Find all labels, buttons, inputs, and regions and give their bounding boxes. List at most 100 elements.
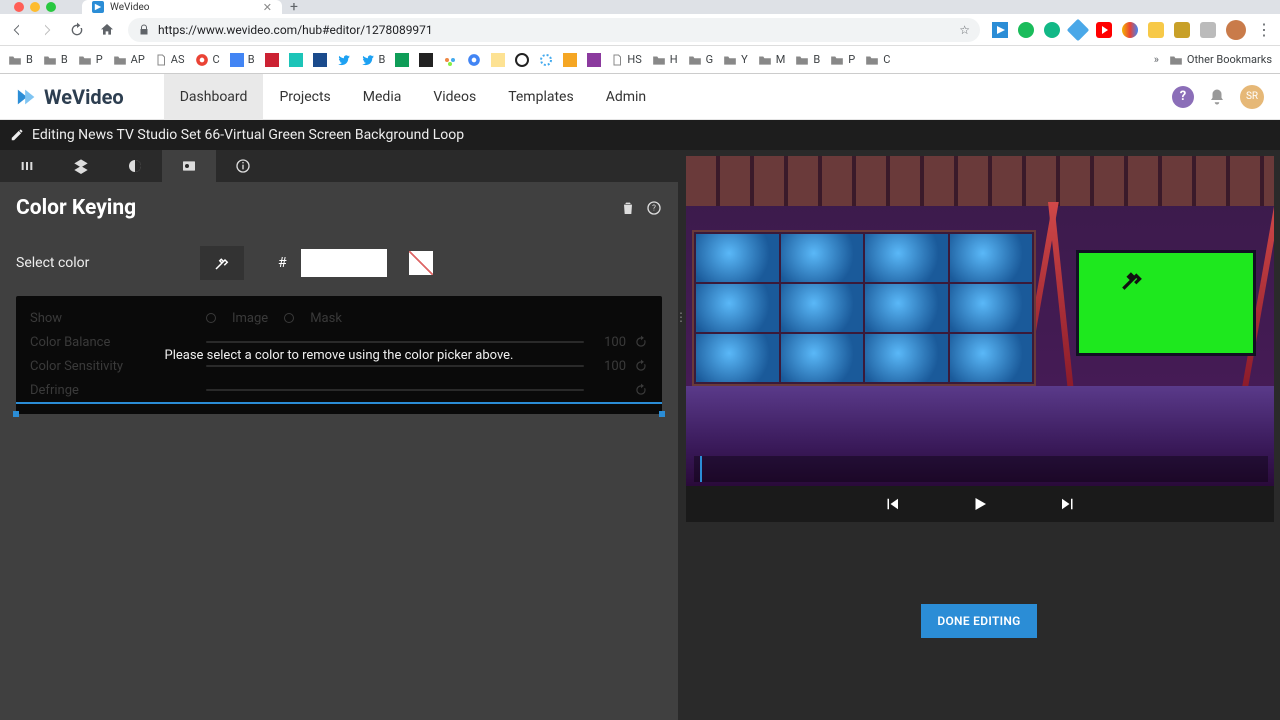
user-avatar[interactable]: SR xyxy=(1240,85,1264,109)
bookmark-item[interactable]: B xyxy=(361,53,386,67)
bookmark-item[interactable] xyxy=(443,53,457,67)
hex-input[interactable] xyxy=(301,249,387,277)
bookmark-item[interactable] xyxy=(515,53,529,67)
ext-icon[interactable] xyxy=(1122,22,1138,38)
nav-projects[interactable]: Projects xyxy=(263,74,346,120)
brand-text: WeVideo xyxy=(44,85,124,109)
reload-button[interactable] xyxy=(68,21,86,39)
browser-tab[interactable]: WeVideo ✕ xyxy=(82,0,282,14)
hash-label: # xyxy=(278,255,287,271)
eyedropper-button[interactable] xyxy=(200,246,244,280)
bookmarks-overflow-icon[interactable]: » xyxy=(1154,53,1159,66)
bookmark-item[interactable] xyxy=(419,53,433,67)
home-button[interactable] xyxy=(98,21,116,39)
bookmark-item[interactable]: C xyxy=(195,53,220,67)
trash-icon[interactable] xyxy=(620,200,636,216)
ext-icon[interactable] xyxy=(992,22,1008,38)
bookmark-item[interactable] xyxy=(337,53,351,67)
tab-layers-icon[interactable] xyxy=(54,150,108,182)
bookmark-item[interactable]: M xyxy=(758,53,786,66)
bookmark-item[interactable]: AP xyxy=(113,53,145,66)
bookmark-item[interactable] xyxy=(313,53,327,67)
editor-title: Editing News TV Studio Set 66-Virtual Gr… xyxy=(32,127,464,143)
tab-close-icon[interactable]: ✕ xyxy=(263,1,272,14)
help-icon[interactable]: ? xyxy=(646,200,662,216)
ext-icon[interactable] xyxy=(1044,22,1060,38)
tab-contrast-icon[interactable] xyxy=(108,150,162,182)
chrome-menu-icon[interactable]: ⋮ xyxy=(1256,20,1272,39)
next-frame-button[interactable] xyxy=(1059,495,1077,513)
bookmark-item[interactable]: G xyxy=(688,53,714,66)
bookmark-item[interactable]: B xyxy=(795,53,820,66)
pencil-icon xyxy=(10,128,24,142)
ext-icon[interactable] xyxy=(1200,22,1216,38)
bookmark-item[interactable]: B xyxy=(8,53,33,66)
bookmark-item[interactable] xyxy=(563,53,577,67)
right-panel: ⋮ xyxy=(678,150,1280,720)
bookmark-item[interactable]: B xyxy=(43,53,68,66)
nav-templates[interactable]: Templates xyxy=(492,74,590,120)
star-icon[interactable]: ☆ xyxy=(959,23,970,37)
nav-media[interactable]: Media xyxy=(347,74,418,120)
help-button[interactable]: ? xyxy=(1172,86,1194,108)
nav-dashboard[interactable]: Dashboard xyxy=(164,74,264,120)
address-bar[interactable]: https://www.wevideo.com/hub#editor/12780… xyxy=(128,18,980,42)
bookmark-item[interactable] xyxy=(395,53,409,67)
other-bookmarks[interactable]: Other Bookmarks xyxy=(1169,53,1272,66)
bookmark-item[interactable]: Y xyxy=(723,53,748,66)
play-button[interactable] xyxy=(971,495,989,513)
maximize-window-button[interactable] xyxy=(46,2,56,12)
keying-options-box: ShowImageMask Color Balance100 Color Sen… xyxy=(16,296,662,414)
tab-chroma-key-icon[interactable] xyxy=(162,150,216,182)
bookmark-item[interactable] xyxy=(265,53,279,67)
ext-icon[interactable] xyxy=(1018,22,1034,38)
nav-admin[interactable]: Admin xyxy=(590,74,662,120)
eyedropper-cursor-icon xyxy=(1119,267,1145,293)
bookmark-item[interactable]: P xyxy=(830,53,855,66)
bookmark-item[interactable]: AS xyxy=(155,53,185,67)
eyedropper-icon xyxy=(213,254,231,272)
ext-icon[interactable] xyxy=(1067,18,1090,41)
video-preview[interactable] xyxy=(686,156,1274,486)
ext-icon[interactable] xyxy=(1148,22,1164,38)
bookmark-item[interactable] xyxy=(587,53,601,67)
bookmark-item[interactable]: HS xyxy=(611,53,641,67)
left-panel: Color Keying ? Select color # xyxy=(0,150,678,720)
close-window-button[interactable] xyxy=(14,2,24,12)
app-header: WeVideo Dashboard Projects Media Videos … xyxy=(0,74,1280,120)
bookmark-item[interactable]: P xyxy=(78,53,103,66)
panel-title: Color Keying xyxy=(16,196,136,220)
bookmark-item[interactable]: B xyxy=(230,53,255,67)
svg-text:?: ? xyxy=(652,204,656,213)
bookmark-item[interactable]: C xyxy=(865,53,890,66)
bookmark-item[interactable] xyxy=(491,53,505,67)
new-tab-button[interactable]: + xyxy=(290,0,298,15)
bookmark-item[interactable] xyxy=(539,53,553,67)
forward-button[interactable] xyxy=(38,21,56,39)
address-row: https://www.wevideo.com/hub#editor/12780… xyxy=(0,14,1280,46)
bookmark-item[interactable] xyxy=(467,53,481,67)
minimize-window-button[interactable] xyxy=(30,2,40,12)
tab-strip: WeVideo ✕ + xyxy=(0,0,1280,14)
tab-info-icon[interactable] xyxy=(216,150,270,182)
lock-icon xyxy=(138,24,150,36)
notifications-icon[interactable] xyxy=(1208,88,1226,106)
browser-chrome: WeVideo ✕ + https://www.wevideo.com/hub#… xyxy=(0,0,1280,74)
prev-frame-button[interactable] xyxy=(883,495,901,513)
ext-icon[interactable] xyxy=(1096,22,1112,38)
color-swatch[interactable] xyxy=(409,251,433,275)
bookmark-item[interactable]: H xyxy=(652,53,678,66)
back-button[interactable] xyxy=(8,21,26,39)
wevideo-logo[interactable]: WeVideo xyxy=(16,85,124,109)
bookmark-item[interactable] xyxy=(289,53,303,67)
main-nav: Dashboard Projects Media Videos Template… xyxy=(164,74,662,120)
green-screen xyxy=(1076,250,1256,356)
nav-videos[interactable]: Videos xyxy=(417,74,492,120)
profile-avatar[interactable] xyxy=(1226,20,1246,40)
traffic-lights xyxy=(8,0,62,14)
panel-tabs xyxy=(0,150,678,182)
tab-adjust-icon[interactable] xyxy=(0,150,54,182)
url-text: https://www.wevideo.com/hub#editor/12780… xyxy=(158,23,433,37)
ext-icon[interactable] xyxy=(1174,22,1190,38)
done-editing-button[interactable]: DONE EDITING xyxy=(921,604,1036,638)
